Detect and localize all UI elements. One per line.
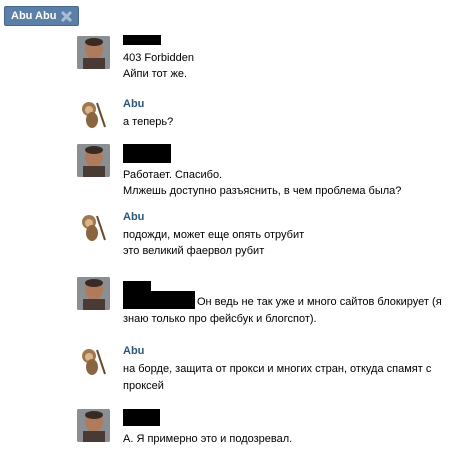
avatar[interactable] bbox=[77, 344, 110, 377]
avatar[interactable] bbox=[77, 277, 110, 310]
avatar[interactable] bbox=[77, 97, 110, 130]
message-text: 403 Forbidden bbox=[123, 52, 194, 64]
message-text: А. Я примерно это и подозревал. bbox=[123, 433, 293, 445]
avatar[interactable] bbox=[77, 409, 110, 442]
avatar[interactable] bbox=[77, 36, 110, 69]
message-text: Работает. Спасибо. bbox=[123, 169, 223, 181]
tab-title: Abu Abu bbox=[11, 10, 57, 22]
message-author[interactable]: Abu bbox=[123, 210, 457, 224]
message-text: Млжешь доступно разъяснить, в чем пробле… bbox=[123, 185, 402, 197]
avatar[interactable] bbox=[77, 210, 110, 243]
message-author[interactable]: Abu bbox=[123, 97, 457, 111]
message-author[interactable]: Abu bbox=[123, 344, 457, 358]
message-text: подожди, может еще опять отрубит bbox=[123, 229, 305, 241]
message-text: а теперь? bbox=[123, 116, 174, 128]
message-text: Айпи тот же. bbox=[123, 68, 188, 80]
redacted-text bbox=[123, 291, 195, 309]
message-text: на борде, защита от прокси и многих стра… bbox=[123, 363, 432, 392]
redacted-name bbox=[123, 35, 161, 45]
close-icon[interactable] bbox=[61, 11, 72, 22]
message-text: это великий фаервол рубит bbox=[123, 245, 265, 257]
avatar[interactable] bbox=[77, 144, 110, 177]
redacted-name bbox=[123, 409, 160, 426]
dialog-tab[interactable]: Abu Abu bbox=[4, 6, 80, 26]
redacted-name bbox=[123, 144, 171, 163]
